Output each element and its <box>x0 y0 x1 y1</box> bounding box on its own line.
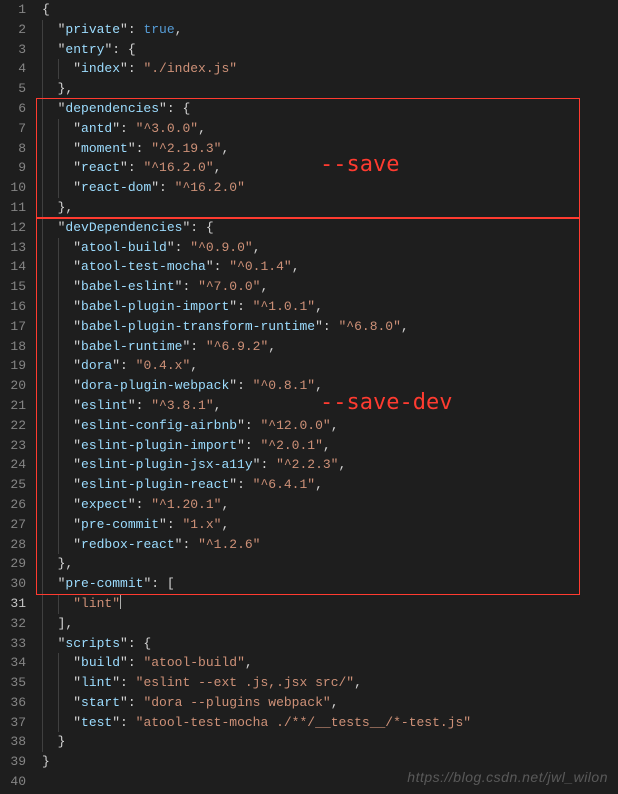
code-line: } <box>42 732 618 752</box>
code-line: "babel-plugin-transform-runtime": "^6.8.… <box>42 317 618 337</box>
line-number: 37 <box>0 713 26 733</box>
line-number: 39 <box>0 752 26 772</box>
line-number: 27 <box>0 515 26 535</box>
code-line: "atool-build": "^0.9.0", <box>42 238 618 258</box>
line-number: 6 <box>0 99 26 119</box>
code-line: }, <box>42 79 618 99</box>
line-number: 28 <box>0 535 26 555</box>
code-line: "dora-plugin-webpack": "^0.8.1", <box>42 376 618 396</box>
code-line: "dora": "0.4.x", <box>42 356 618 376</box>
line-number: 4 <box>0 59 26 79</box>
code-line: "pre-commit": [ <box>42 574 618 594</box>
line-number: 33 <box>0 634 26 654</box>
line-number: 12 <box>0 218 26 238</box>
code-line: }, <box>42 554 618 574</box>
code-line: "dependencies": { <box>42 99 618 119</box>
code-line: "private": true, <box>42 20 618 40</box>
line-number: 11 <box>0 198 26 218</box>
line-number: 10 <box>0 178 26 198</box>
line-number: 15 <box>0 277 26 297</box>
line-number: 36 <box>0 693 26 713</box>
code-line: "pre-commit": "1.x", <box>42 515 618 535</box>
code-line: "start": "dora --plugins webpack", <box>42 693 618 713</box>
code-line: "babel-runtime": "^6.9.2", <box>42 337 618 357</box>
code-line: "entry": { <box>42 40 618 60</box>
code-line: "test": "atool-test-mocha ./**/__tests__… <box>42 713 618 733</box>
watermark: https://blog.csdn.net/jwl_wilon <box>407 768 608 788</box>
code-line: "atool-test-mocha": "^0.1.4", <box>42 257 618 277</box>
code-line: "build": "atool-build", <box>42 653 618 673</box>
code-line: "react": "^16.2.0", <box>42 158 618 178</box>
line-number: 1 <box>0 0 26 20</box>
code-line: "react-dom": "^16.2.0" <box>42 178 618 198</box>
line-number: 8 <box>0 139 26 159</box>
line-number: 31 <box>0 594 26 614</box>
line-number: 40 <box>0 772 26 792</box>
code-line: "devDependencies": { <box>42 218 618 238</box>
code-line: "eslint-plugin-jsx-a11y": "^2.2.3", <box>42 455 618 475</box>
line-number: 17 <box>0 317 26 337</box>
line-number: 7 <box>0 119 26 139</box>
code-line: "eslint-config-airbnb": "^12.0.0", <box>42 416 618 436</box>
code-line: ], <box>42 614 618 634</box>
code-line: "redbox-react": "^1.2.6" <box>42 535 618 555</box>
line-number: 22 <box>0 416 26 436</box>
line-number: 2 <box>0 20 26 40</box>
line-number: 9 <box>0 158 26 178</box>
line-number: 18 <box>0 337 26 357</box>
code-line: "lint": "eslint --ext .js,.jsx src/", <box>42 673 618 693</box>
code-line: "eslint-plugin-react": "^6.4.1", <box>42 475 618 495</box>
code-line: "antd": "^3.0.0", <box>42 119 618 139</box>
line-number: 13 <box>0 238 26 258</box>
line-number: 35 <box>0 673 26 693</box>
line-number: 19 <box>0 356 26 376</box>
line-number: 38 <box>0 732 26 752</box>
line-number: 24 <box>0 455 26 475</box>
code-line: "expect": "^1.20.1", <box>42 495 618 515</box>
code-line: "index": "./index.js" <box>42 59 618 79</box>
line-number: 14 <box>0 257 26 277</box>
code-line: }, <box>42 198 618 218</box>
line-number: 16 <box>0 297 26 317</box>
line-number: 23 <box>0 436 26 456</box>
code-line: "babel-plugin-import": "^1.0.1", <box>42 297 618 317</box>
code-line: "eslint-plugin-import": "^2.0.1", <box>42 436 618 456</box>
code-line: "eslint": "^3.8.1", <box>42 396 618 416</box>
line-number: 21 <box>0 396 26 416</box>
line-number: 25 <box>0 475 26 495</box>
line-number: 3 <box>0 40 26 60</box>
line-number-gutter: 1234567891011121314151617181920212223242… <box>0 0 32 792</box>
text-cursor <box>120 594 121 609</box>
line-number: 34 <box>0 653 26 673</box>
line-number: 29 <box>0 554 26 574</box>
line-number: 5 <box>0 79 26 99</box>
line-number: 20 <box>0 376 26 396</box>
line-number: 32 <box>0 614 26 634</box>
code-line: "moment": "^2.19.3", <box>42 139 618 159</box>
code-line: { <box>42 0 618 20</box>
code-line: "lint" <box>42 594 618 614</box>
code-line: "scripts": { <box>42 634 618 654</box>
code-content: { "private": true, "entry": { "index": "… <box>42 0 618 792</box>
line-number: 30 <box>0 574 26 594</box>
line-number: 26 <box>0 495 26 515</box>
code-line: "babel-eslint": "^7.0.0", <box>42 277 618 297</box>
